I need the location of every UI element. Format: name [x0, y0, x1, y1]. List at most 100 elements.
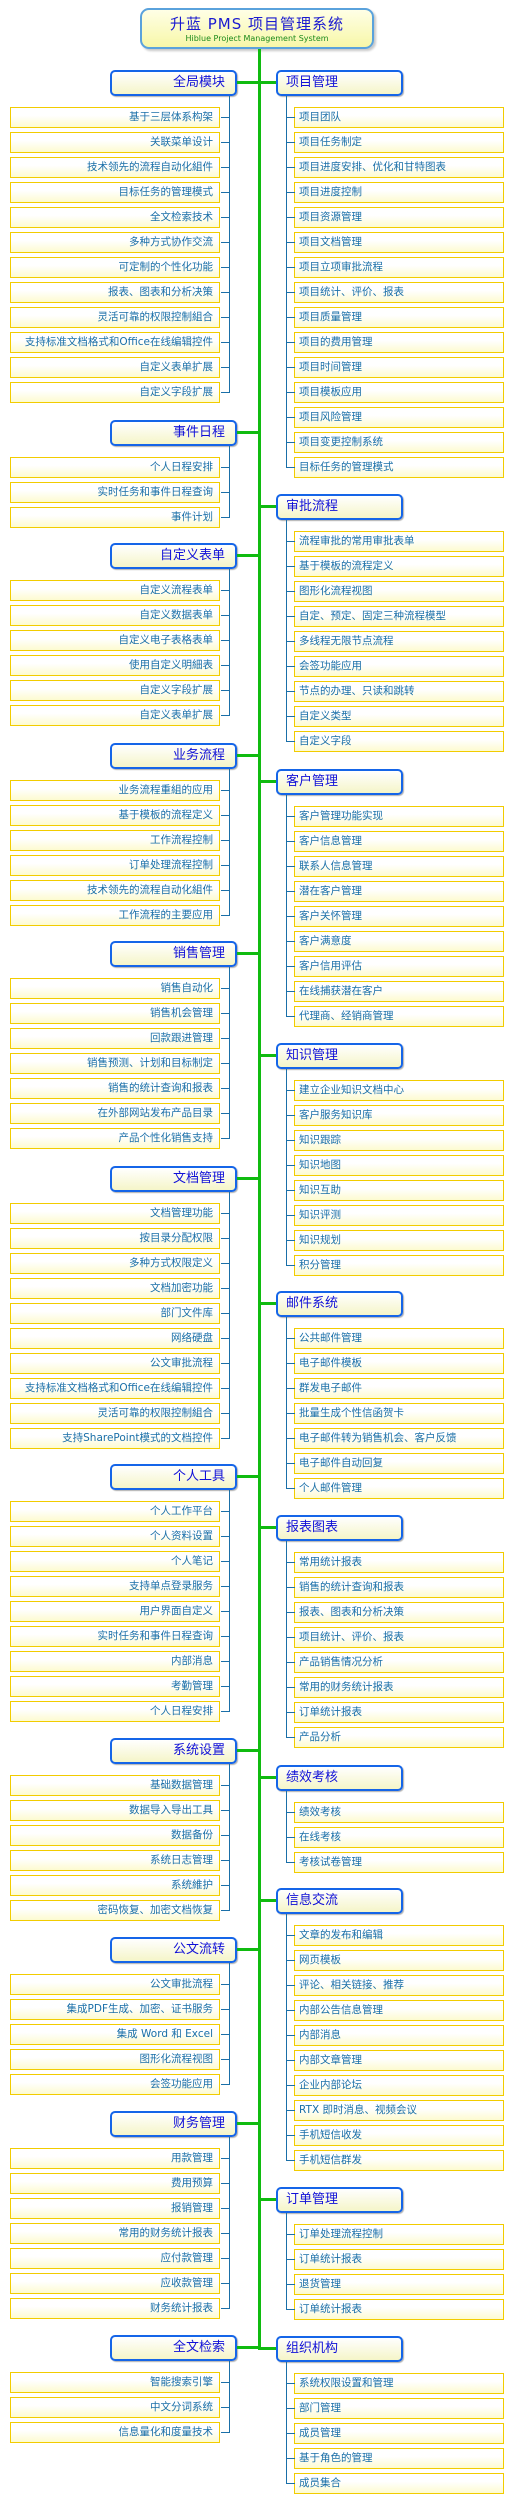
feature-item[interactable]: 信息量化和度量技术	[10, 2422, 220, 2443]
feature-item[interactable]: 项目进度安排、优化和甘特图表	[294, 157, 504, 178]
feature-item[interactable]: 自定义表单扩展	[10, 705, 220, 726]
feature-item[interactable]: 自定义数据表单	[10, 605, 220, 626]
feature-item[interactable]: 退货管理	[294, 2274, 504, 2295]
feature-item[interactable]: 项目文档管理	[294, 232, 504, 253]
left-category-4-node[interactable]: 业务流程	[110, 743, 237, 769]
feature-item[interactable]: 在线捕获潜在客户	[294, 981, 504, 1002]
feature-item[interactable]: 建立企业知识文档中心	[294, 1080, 504, 1101]
feature-item[interactable]: 产品分析	[294, 1727, 504, 1748]
feature-item[interactable]: 业务流程重組的应用	[10, 780, 220, 801]
feature-item[interactable]: 销售自动化	[10, 978, 220, 999]
feature-item[interactable]: 个人日程安排	[10, 457, 220, 478]
feature-item[interactable]: 系统日志管理	[10, 1850, 220, 1871]
feature-item[interactable]: 实时任务和事件日程查询	[10, 1626, 220, 1647]
feature-item[interactable]: 多种方式权限定义	[10, 1253, 220, 1274]
feature-item[interactable]: 知识评测	[294, 1205, 504, 1226]
feature-item[interactable]: 个人笔记	[10, 1551, 220, 1572]
feature-item[interactable]: 订单统计报表	[294, 2249, 504, 2270]
feature-item[interactable]: 目标任务的管理模式	[294, 457, 504, 478]
right-category-8-node[interactable]: 信息交流	[276, 1888, 403, 1914]
feature-item[interactable]: 手机短信收发	[294, 2125, 504, 2146]
feature-item[interactable]: 回款跟进管理	[10, 1028, 220, 1049]
feature-item[interactable]: 项目任务制定	[294, 132, 504, 153]
feature-item[interactable]: 客户管理功能实现	[294, 806, 504, 827]
feature-item[interactable]: 企业内部论坛	[294, 2075, 504, 2096]
right-category-2-node[interactable]: 审批流程	[276, 494, 403, 520]
feature-item[interactable]: 内部文章管理	[294, 2050, 504, 2071]
feature-item[interactable]: 批量生成个性信函贺卡	[294, 1403, 504, 1424]
feature-item[interactable]: 项目统计、评价、报表	[294, 282, 504, 303]
feature-item[interactable]: 智能搜索引擎	[10, 2372, 220, 2393]
right-category-7-node[interactable]: 绩效考核	[276, 1765, 403, 1791]
right-category-3-node[interactable]: 客户管理	[276, 769, 403, 795]
right-category-4-node[interactable]: 知识管理	[276, 1043, 403, 1069]
feature-item[interactable]: 支持标准文档格式和Office在线编辑控件	[10, 332, 220, 353]
feature-item[interactable]: 群发电子邮件	[294, 1378, 504, 1399]
feature-item[interactable]: 项目时间管理	[294, 357, 504, 378]
feature-item[interactable]: 技术领先的流程自动化組件	[10, 157, 220, 178]
feature-item[interactable]: 基于三层体系构架	[10, 107, 220, 128]
feature-item[interactable]: 文章的发布和编辑	[294, 1925, 504, 1946]
feature-item[interactable]: 客户信用评估	[294, 956, 504, 977]
feature-item[interactable]: 实时任务和事件日程查询	[10, 482, 220, 503]
feature-item[interactable]: 图形化流程视图	[10, 2049, 220, 2070]
feature-item[interactable]: 内部公告信息管理	[294, 2000, 504, 2021]
feature-item[interactable]: 项目统计、评价、报表	[294, 1627, 504, 1648]
feature-item[interactable]: 联系人信息管理	[294, 856, 504, 877]
feature-item[interactable]: 支持SharePoint模式的文档控件	[10, 1428, 220, 1449]
feature-item[interactable]: 基于模板的流程定义	[10, 805, 220, 826]
feature-item[interactable]: 客户关怀管理	[294, 906, 504, 927]
feature-item[interactable]: 多种方式协作交流	[10, 232, 220, 253]
feature-item[interactable]: 销售预测、计划和目标制定	[10, 1053, 220, 1074]
feature-item[interactable]: 自定义字段扩展	[10, 382, 220, 403]
feature-item[interactable]: 应收款管理	[10, 2273, 220, 2294]
feature-item[interactable]: 评论、相关链接、推荐	[294, 1975, 504, 1996]
feature-item[interactable]: 自定义电子表格表单	[10, 630, 220, 651]
feature-item[interactable]: 产品销售情况分析	[294, 1652, 504, 1673]
feature-item[interactable]: 使用自定义明細表	[10, 655, 220, 676]
feature-item[interactable]: 应付款管理	[10, 2248, 220, 2269]
right-category-1-node[interactable]: 项目管理	[276, 70, 403, 96]
feature-item[interactable]: 项目风险管理	[294, 407, 504, 428]
feature-item[interactable]: 事件计划	[10, 507, 220, 528]
feature-item[interactable]: 知识跟踪	[294, 1130, 504, 1151]
feature-item[interactable]: 电子邮件自动回复	[294, 1453, 504, 1474]
feature-item[interactable]: 在线考核	[294, 1827, 504, 1848]
feature-item[interactable]: 个人工作平台	[10, 1501, 220, 1522]
feature-item[interactable]: 关联菜单设计	[10, 132, 220, 153]
feature-item[interactable]: 知识规划	[294, 1230, 504, 1251]
feature-item[interactable]: 数据导入导出工具	[10, 1800, 220, 1821]
feature-item[interactable]: 项目模板应用	[294, 382, 504, 403]
feature-item[interactable]: 成员集合	[294, 2473, 504, 2494]
feature-item[interactable]: 订单处理流程控制	[10, 855, 220, 876]
feature-item[interactable]: 常用统计报表	[294, 1552, 504, 1573]
feature-item[interactable]: 流程审批的常用审批表单	[294, 531, 504, 552]
feature-item[interactable]: 网页模板	[294, 1950, 504, 1971]
feature-item[interactable]: 文档加密功能	[10, 1278, 220, 1299]
feature-item[interactable]: 部门文件库	[10, 1303, 220, 1324]
feature-item[interactable]: 支持标准文档格式和Office在线编辑控件	[10, 1378, 220, 1399]
feature-item[interactable]: 报表、图表和分析决策	[10, 282, 220, 303]
feature-item[interactable]: 网络硬盘	[10, 1328, 220, 1349]
feature-item[interactable]: 知识互助	[294, 1180, 504, 1201]
right-category-6-node[interactable]: 报表图表	[276, 1515, 403, 1541]
feature-item[interactable]: 用款管理	[10, 2148, 220, 2169]
feature-item[interactable]: 项目团队	[294, 107, 504, 128]
feature-item[interactable]: 自定义类型	[294, 706, 504, 727]
feature-item[interactable]: 节点的办理、只读和跳转	[294, 681, 504, 702]
feature-item[interactable]: 公文审批流程	[10, 1974, 220, 1995]
feature-item[interactable]: 基于角色的管理	[294, 2448, 504, 2469]
feature-item[interactable]: 内部消息	[294, 2025, 504, 2046]
feature-item[interactable]: 自定义字段	[294, 731, 504, 752]
left-category-11-node[interactable]: 全文检索	[110, 2335, 237, 2361]
left-category-10-node[interactable]: 财务管理	[110, 2111, 237, 2137]
feature-item[interactable]: 工作流程的主要应用	[10, 905, 220, 926]
right-category-5-node[interactable]: 邮件系统	[276, 1291, 403, 1317]
left-category-1-node[interactable]: 全局模块	[110, 70, 237, 96]
feature-item[interactable]: 项目资源管理	[294, 207, 504, 228]
feature-item[interactable]: 销售机会管理	[10, 1003, 220, 1024]
feature-item[interactable]: 自定义表单扩展	[10, 357, 220, 378]
feature-item[interactable]: 项目变更控制系统	[294, 432, 504, 453]
feature-item[interactable]: 费用预算	[10, 2173, 220, 2194]
feature-item[interactable]: 支持单点登录服务	[10, 1576, 220, 1597]
